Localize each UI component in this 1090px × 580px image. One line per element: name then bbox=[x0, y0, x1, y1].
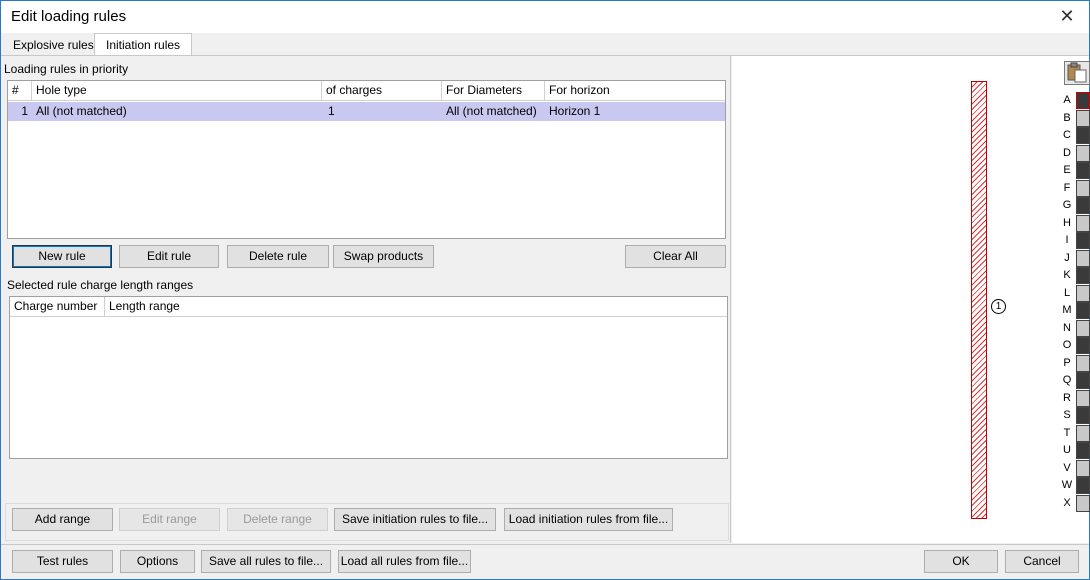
legend-swatch[interactable] bbox=[1076, 179, 1090, 197]
charge-marker: 1 bbox=[991, 299, 1006, 314]
legend-letter: R bbox=[1063, 391, 1071, 404]
legend-swatch[interactable] bbox=[1076, 249, 1090, 267]
legend-letter: O bbox=[1062, 339, 1072, 351]
legend-letter: T bbox=[1063, 426, 1071, 439]
legend-swatch[interactable] bbox=[1076, 354, 1090, 372]
legend-swatch[interactable] bbox=[1076, 407, 1090, 424]
legend-letter: E bbox=[1063, 164, 1071, 176]
legend-letter: N bbox=[1063, 321, 1071, 334]
load-initiation-rules-button[interactable]: Load initiation rules from file... bbox=[504, 508, 673, 531]
col-header-charges[interactable]: of charges bbox=[322, 81, 442, 101]
tab-strip: Explosive rules Initiation rules bbox=[1, 33, 1089, 57]
legend-swatch[interactable] bbox=[1076, 144, 1090, 162]
legend-letter: S bbox=[1063, 409, 1071, 421]
legend-swatch[interactable] bbox=[1076, 424, 1090, 442]
title-bar: Edit loading rules ✕ bbox=[1, 1, 1089, 33]
save-initiation-rules-button[interactable]: Save initiation rules to file... bbox=[334, 508, 496, 531]
legend-swatch[interactable] bbox=[1076, 459, 1090, 477]
legend-letter: M bbox=[1062, 304, 1072, 316]
options-button[interactable]: Options bbox=[120, 550, 195, 573]
ok-button[interactable]: OK bbox=[924, 550, 998, 573]
bottom-button-bar: Test rules Options Save all rules to fil… bbox=[1, 544, 1089, 579]
legend-swatch[interactable] bbox=[1076, 267, 1090, 284]
tab-initiation-rules[interactable]: Initiation rules bbox=[94, 33, 193, 57]
legend-letter: I bbox=[1065, 234, 1069, 246]
legend-swatch[interactable] bbox=[1076, 442, 1090, 459]
ranges-grid[interactable]: Charge number Length range bbox=[9, 296, 728, 459]
legend-letter: G bbox=[1062, 199, 1072, 211]
tab-explosive-rules[interactable]: Explosive rules bbox=[5, 35, 102, 56]
legend-letter: A bbox=[1063, 94, 1071, 106]
charge-ranges-label: Selected rule charge length ranges bbox=[7, 278, 194, 292]
legend-swatch[interactable] bbox=[1076, 109, 1090, 127]
clear-all-button[interactable]: Clear All bbox=[625, 245, 726, 268]
new-rule-button[interactable]: New rule bbox=[12, 245, 112, 268]
cell-number: 1 bbox=[21, 104, 28, 118]
legend-swatch[interactable] bbox=[1076, 284, 1090, 302]
cell-horizon: Horizon 1 bbox=[549, 104, 601, 118]
paste-icon[interactable] bbox=[1064, 61, 1090, 85]
col-header-length-range[interactable]: Length range bbox=[105, 297, 728, 317]
legend-letter: W bbox=[1061, 479, 1073, 491]
col-header-diameters[interactable]: For Diameters bbox=[442, 81, 545, 101]
legend-letter: U bbox=[1063, 444, 1071, 456]
hole-preview-panel bbox=[732, 56, 1089, 543]
legend-letter: V bbox=[1063, 461, 1071, 474]
legend-letter: P bbox=[1063, 356, 1071, 369]
dialog-window: Edit loading rules ✕ Explosive rules Ini… bbox=[0, 0, 1090, 580]
table-row[interactable]: 1 All (not matched) 1 All (not matched) … bbox=[8, 102, 725, 121]
col-header-hole-type[interactable]: Hole type bbox=[32, 81, 322, 101]
cell-diameters: All (not matched) bbox=[446, 104, 537, 118]
col-header-horizon[interactable]: For horizon bbox=[545, 81, 726, 101]
legend-letter: J bbox=[1064, 251, 1070, 264]
cell-hole-type: All (not matched) bbox=[36, 104, 127, 118]
col-header-number[interactable]: # bbox=[8, 81, 32, 101]
legend-letter: H bbox=[1063, 216, 1071, 229]
close-icon[interactable]: ✕ bbox=[1059, 6, 1075, 26]
legend-swatch[interactable] bbox=[1076, 302, 1090, 319]
load-all-rules-button[interactable]: Load all rules from file... bbox=[338, 550, 471, 573]
ranges-grid-header: Charge number Length range bbox=[10, 297, 727, 317]
legend-swatch[interactable] bbox=[1076, 127, 1090, 144]
legend-swatch[interactable] bbox=[1076, 372, 1090, 389]
cell-charges: 1 bbox=[328, 104, 335, 118]
legend-letter: F bbox=[1063, 181, 1071, 194]
edit-rule-button[interactable]: Edit rule bbox=[119, 245, 219, 268]
rules-panel: Loading rules in priority # Hole type of… bbox=[1, 56, 731, 543]
legend-swatch[interactable] bbox=[1076, 337, 1090, 354]
loading-rules-label: Loading rules in priority bbox=[4, 62, 129, 76]
legend-swatch[interactable] bbox=[1076, 162, 1090, 179]
legend-letter: K bbox=[1063, 269, 1071, 281]
legend-swatch[interactable] bbox=[1076, 389, 1090, 407]
legend-letter: D bbox=[1063, 146, 1071, 159]
legend-swatch[interactable] bbox=[1076, 232, 1090, 249]
legend-swatch[interactable] bbox=[1076, 197, 1090, 214]
dialog-title: Edit loading rules bbox=[11, 8, 127, 25]
col-header-charge-number[interactable]: Charge number bbox=[10, 297, 105, 317]
legend-letter: L bbox=[1063, 286, 1071, 299]
cancel-button[interactable]: Cancel bbox=[1005, 550, 1079, 573]
legend-swatch[interactable] bbox=[1076, 477, 1090, 494]
legend-swatch[interactable] bbox=[1076, 92, 1090, 109]
legend-letter: Q bbox=[1062, 374, 1072, 386]
add-range-button[interactable]: Add range bbox=[12, 508, 113, 531]
swap-products-button[interactable]: Swap products bbox=[333, 245, 434, 268]
hole-charge-column bbox=[971, 81, 987, 519]
test-rules-button[interactable]: Test rules bbox=[12, 550, 113, 573]
legend-swatch[interactable] bbox=[1076, 494, 1090, 512]
rules-grid[interactable]: # Hole type of charges For Diameters For… bbox=[7, 80, 726, 239]
delete-range-button[interactable]: Delete range bbox=[227, 508, 328, 531]
legend-letter: B bbox=[1063, 111, 1071, 124]
legend-letter: C bbox=[1063, 129, 1071, 141]
legend-letter: X bbox=[1063, 496, 1071, 509]
edit-range-button[interactable]: Edit range bbox=[119, 508, 220, 531]
legend-swatch[interactable] bbox=[1076, 214, 1090, 232]
delete-rule-button[interactable]: Delete rule bbox=[227, 245, 329, 268]
rules-grid-header: # Hole type of charges For Diameters For… bbox=[8, 81, 725, 101]
legend-swatch[interactable] bbox=[1076, 319, 1090, 337]
save-all-rules-button[interactable]: Save all rules to file... bbox=[201, 550, 331, 573]
